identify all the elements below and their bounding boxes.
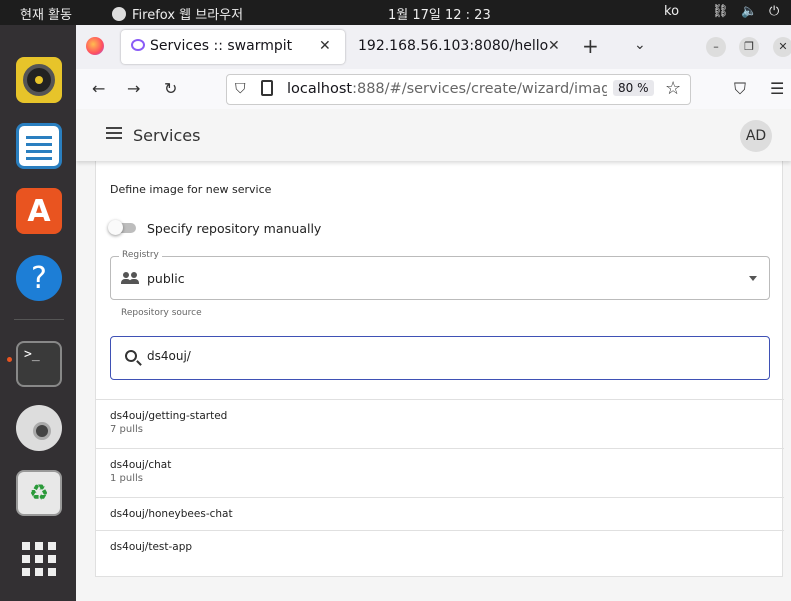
menu-icon[interactable] [106, 127, 122, 139]
registry-value: public [147, 271, 185, 286]
zoom-level-badge[interactable]: 80 % [613, 80, 654, 96]
trash-icon[interactable]: ♻ [16, 470, 62, 516]
repository-name: ds4ouj/honeybees-chat [110, 508, 233, 520]
registry-helper-text: Repository source [121, 308, 202, 318]
hamburger-menu-icon[interactable]: ☰ [770, 79, 784, 98]
power-icon[interactable]: ⏻ [769, 4, 779, 19]
terminal-icon[interactable]: >_ [16, 341, 62, 387]
back-arrow-icon[interactable]: ← [92, 79, 105, 98]
show-apps-icon[interactable] [22, 542, 56, 576]
list-item[interactable]: ds4ouj/test-app [96, 530, 784, 563]
dvd-icon[interactable] [16, 405, 62, 451]
firefox-icon [112, 7, 126, 21]
help-icon[interactable]: ? [16, 255, 62, 301]
app-menu-label: Firefox 웹 브라우저 [132, 8, 244, 23]
activities-button[interactable]: 현재 활동 [20, 4, 72, 23]
swarmpit-page: Services AD Define image for new service… [76, 109, 791, 601]
network-icon[interactable]: ⛓ [712, 4, 729, 19]
restore-icon[interactable]: ❐ [739, 37, 759, 57]
navigation-toolbar: ← → ↻ ⛉ localhost:888/#/services/create/… [76, 69, 791, 109]
tab-hello[interactable]: 192.168.56.103:8080/hello ✕ [348, 30, 566, 64]
running-indicator [7, 357, 12, 362]
page-title: Services [133, 126, 201, 145]
app-bar: Services AD [76, 109, 791, 161]
bookmark-star-icon[interactable]: ☆ [665, 78, 681, 99]
rhythmbox-icon[interactable] [16, 57, 62, 103]
tab-title: 192.168.56.103:8080/hello [358, 38, 549, 54]
repository-search-field[interactable] [110, 336, 770, 380]
url-text[interactable]: localhost:888/#/services/create/wizard/i… [287, 81, 607, 97]
close-window-icon[interactable]: ✕ [773, 37, 791, 57]
url-bar[interactable]: ⛉ localhost:888/#/services/create/wizard… [226, 74, 691, 105]
minimize-icon[interactable]: – [706, 37, 726, 57]
swarmpit-favicon-icon [131, 39, 145, 51]
list-item[interactable]: ds4ouj/chat 1 pulls [96, 448, 784, 497]
people-icon [121, 272, 139, 284]
repository-name: ds4ouj/test-app [110, 541, 193, 553]
list-item[interactable]: ds4ouj/getting-started 7 pulls [96, 399, 784, 448]
avatar[interactable]: AD [740, 120, 772, 152]
close-tab-icon[interactable]: ✕ [319, 38, 331, 54]
new-tab-icon[interactable]: + [582, 34, 599, 58]
forward-arrow-icon[interactable]: → [127, 79, 140, 98]
step-description: Define image for new service [110, 183, 272, 196]
reload-icon[interactable]: ↻ [164, 79, 177, 98]
libreoffice-writer-icon[interactable] [16, 123, 62, 169]
pull-count: 7 pulls [110, 424, 143, 435]
registry-select[interactable]: Registry public [110, 250, 770, 300]
tab-bar: Services :: swarmpit ✕ 192.168.56.103:80… [76, 25, 791, 69]
dock: A ? >_ ♻ [0, 25, 76, 601]
repository-name: ds4ouj/chat [110, 459, 172, 471]
toggle-thumb[interactable] [108, 220, 123, 235]
image-selection-card: Define image for new service Specify rep… [95, 159, 784, 577]
dock-separator [14, 319, 64, 320]
app-menu[interactable]: Firefox 웹 브라우저 [112, 4, 243, 23]
pocket-icon[interactable]: ⛉ [734, 79, 746, 99]
input-language-indicator[interactable]: ko [664, 4, 679, 19]
search-icon [125, 350, 137, 362]
repository-results-list: ds4ouj/getting-started 7 pulls ds4ouj/ch… [96, 399, 784, 563]
chevron-down-icon[interactable]: ⌄ [634, 37, 646, 53]
list-item[interactable]: ds4ouj/honeybees-chat [96, 497, 784, 530]
shield-icon[interactable]: ⛉ [235, 81, 246, 97]
firefox-view-icon[interactable] [86, 37, 104, 55]
registry-label: Registry [119, 250, 162, 260]
tab-title: Services :: swarmpit [150, 38, 293, 54]
system-top-bar: 현재 활동 Firefox 웹 브라우저 1월 17일 12 : 23 ko ⛓… [0, 0, 791, 25]
search-input[interactable] [147, 349, 747, 363]
close-tab-icon[interactable]: ✕ [548, 38, 560, 54]
software-store-icon[interactable]: A [16, 188, 62, 234]
tab-services-swarmpit[interactable]: Services :: swarmpit ✕ [121, 30, 345, 64]
pull-count: 1 pulls [110, 473, 143, 484]
toggle-label: Specify repository manually [147, 221, 322, 236]
dropdown-arrow-icon[interactable] [749, 276, 757, 281]
firefox-window: Services :: swarmpit ✕ 192.168.56.103:80… [76, 25, 791, 601]
page-icon[interactable] [261, 80, 273, 96]
volume-icon[interactable]: 🔈 [741, 4, 757, 19]
repository-name: ds4ouj/getting-started [110, 410, 228, 422]
clock[interactable]: 1월 17일 12 : 23 [388, 4, 491, 23]
